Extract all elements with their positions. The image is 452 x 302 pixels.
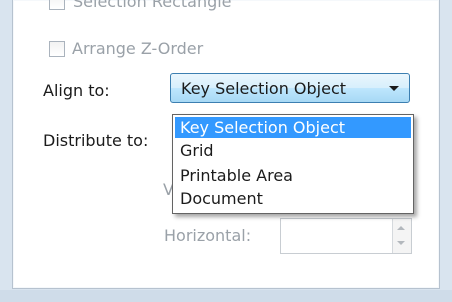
distribute-to-row: Distribute to: xyxy=(43,131,148,150)
chevron-down-icon[interactable] xyxy=(389,85,399,91)
arrange-zorder-label: Arrange Z-Order xyxy=(72,39,204,58)
spin-up-icon[interactable] xyxy=(397,226,405,230)
horizontal-row: Horizontal: xyxy=(164,226,251,245)
spin-buttons[interactable] xyxy=(392,219,411,253)
align-to-label: Align to: xyxy=(43,81,110,100)
horizontal-spinbox[interactable] xyxy=(280,218,412,254)
align-to-selected-value: Key Selection Object xyxy=(181,78,347,98)
spin-down-icon[interactable] xyxy=(397,241,405,245)
distribute-to-label: Distribute to: xyxy=(43,131,149,150)
arrange-zorder-row[interactable]: Arrange Z-Order xyxy=(49,39,203,58)
align-to-dropdown-list: Key Selection Object Grid Printable Area… xyxy=(172,114,414,214)
selection-rectangle-checkbox[interactable] xyxy=(49,0,65,10)
dropdown-item-document[interactable]: Document xyxy=(175,188,411,209)
selection-rectangle-row[interactable]: Selection Rectangle xyxy=(49,0,232,11)
dropdown-item-grid[interactable]: Grid xyxy=(175,140,411,161)
arrange-zorder-checkbox[interactable] xyxy=(49,40,65,57)
horizontal-label: Horizontal: xyxy=(164,226,252,245)
align-to-row: Align to: xyxy=(43,81,110,100)
selection-rectangle-label: Selection Rectangle xyxy=(73,0,232,11)
align-to-combobox[interactable]: Key Selection Object xyxy=(170,73,410,103)
dropdown-item-printable-area[interactable]: Printable Area xyxy=(175,165,411,186)
window-bottom-border xyxy=(0,290,452,302)
dropdown-item-key-selection-object[interactable]: Key Selection Object xyxy=(175,117,411,138)
dialog-window: Selection Rectangle Arrange Z-Order Alig… xyxy=(0,0,452,302)
